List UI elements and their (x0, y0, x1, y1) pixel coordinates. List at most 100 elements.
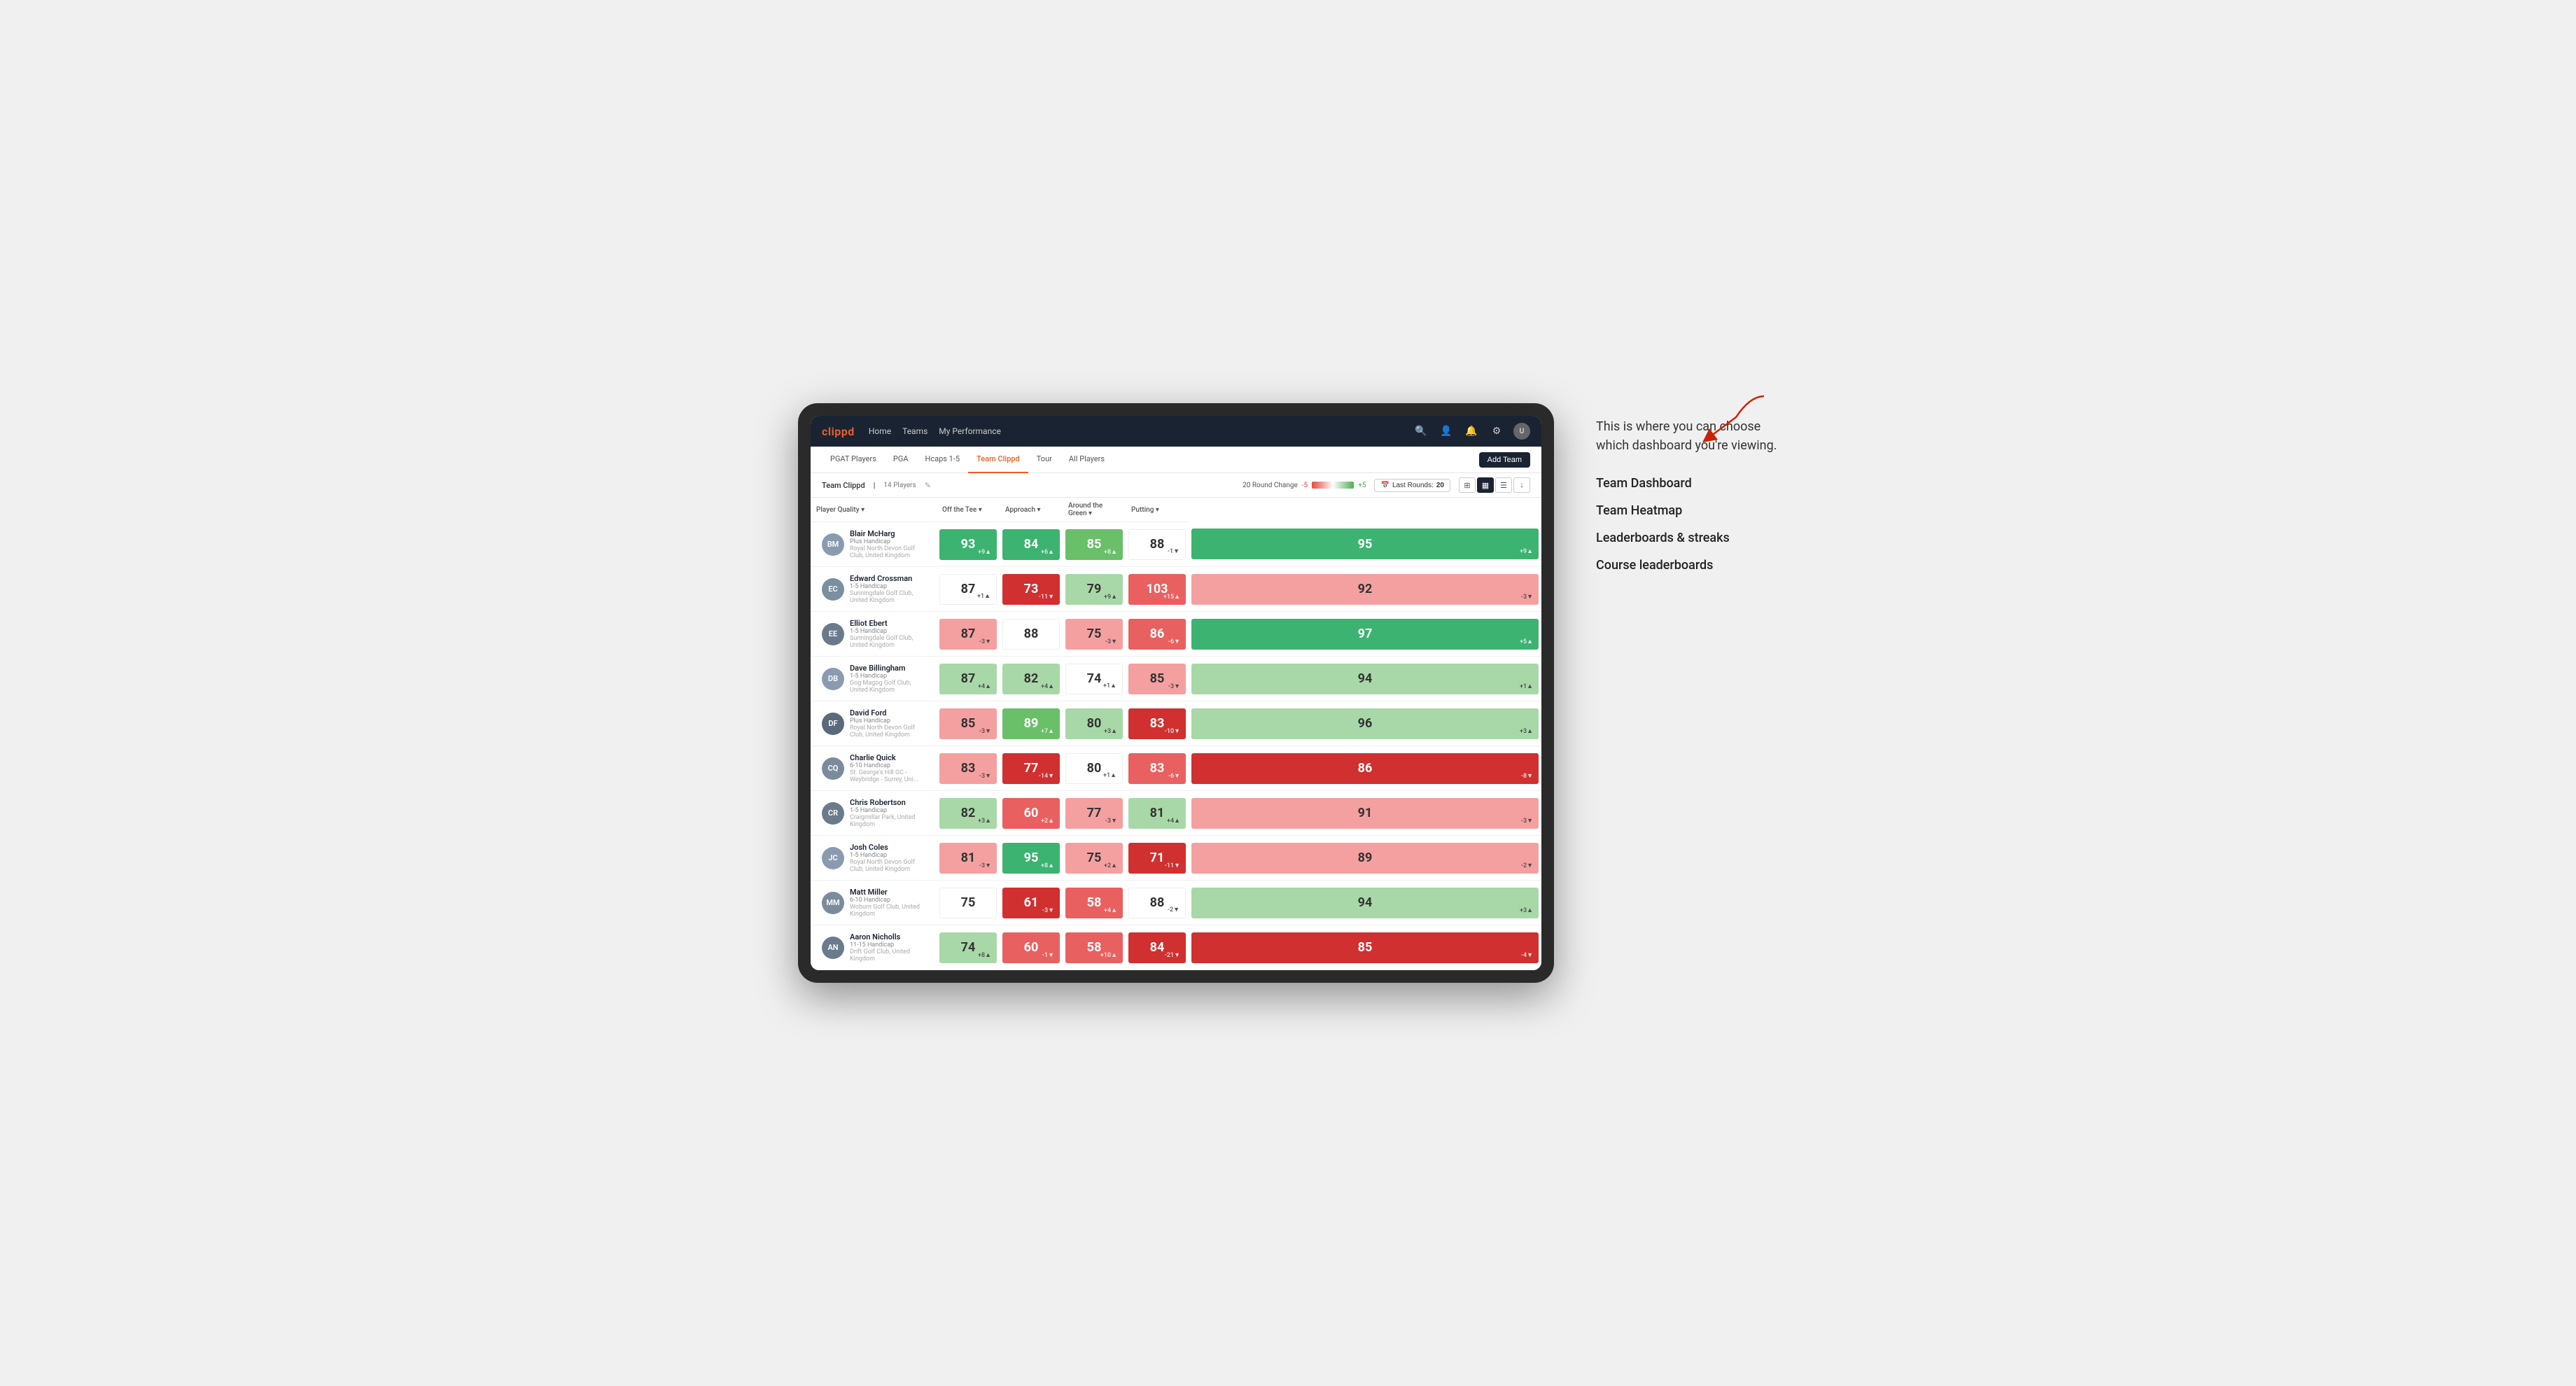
col-header-approach[interactable]: Approach ▾ (1000, 498, 1063, 522)
tab-team-clippd[interactable]: Team Clippd (968, 447, 1028, 473)
score-cell-6-4[interactable]: 91-3▼ (1189, 791, 1541, 836)
score-change: -2▼ (1521, 862, 1533, 869)
score-cell-8-4[interactable]: 94+3▲ (1189, 881, 1541, 925)
avatar[interactable]: U (1513, 423, 1530, 440)
score-cell-6-3[interactable]: 81+4▲ (1126, 791, 1189, 836)
score-change: +8▲ (1041, 862, 1054, 869)
player-cell-2[interactable]: EEElliot Ebert1-5 HandicapSunningdale Go… (811, 612, 937, 657)
view-export-button[interactable]: ↓ (1513, 477, 1530, 493)
player-avatar: CR (822, 802, 844, 825)
round-change-section: 20 Round Change -5 +5 (1242, 482, 1366, 489)
score-cell-2-3[interactable]: 86-6▼ (1126, 612, 1189, 657)
score-cell-4-2[interactable]: 80+3▲ (1063, 701, 1126, 746)
score-cell-6-2[interactable]: 77-3▼ (1063, 791, 1126, 836)
score-cell-0-1[interactable]: 84+6▲ (1000, 522, 1063, 567)
tab-pgat-players[interactable]: PGAT Players (822, 447, 885, 473)
score-cell-7-2[interactable]: 75+2▲ (1063, 836, 1126, 881)
settings-icon[interactable]: ⚙ (1488, 423, 1505, 440)
player-name: Josh Coles (850, 843, 925, 852)
col-header-off-tee[interactable]: Off the Tee ▾ (937, 498, 1000, 522)
score-cell-0-3[interactable]: 88-1▼ (1126, 522, 1189, 567)
player-cell-0[interactable]: BMBlair McHargPlus HandicapRoyal North D… (811, 522, 937, 567)
view-heatmap-button[interactable]: ▦ (1477, 477, 1494, 493)
score-value: 85 (1358, 940, 1373, 955)
score-cell-3-1[interactable]: 82+4▲ (1000, 657, 1063, 701)
tab-pga[interactable]: PGA (885, 447, 917, 473)
score-cell-9-0[interactable]: 74+8▲ (937, 925, 1000, 970)
score-cell-9-2[interactable]: 58+10▲ (1063, 925, 1126, 970)
score-cell-2-1[interactable]: 88 (1000, 612, 1063, 657)
player-cell-8[interactable]: MMMatt Miller6-10 HandicapWoburn Golf Cl… (811, 881, 937, 925)
search-icon[interactable]: 🔍 (1413, 423, 1429, 440)
view-list-button[interactable]: ☰ (1495, 477, 1512, 493)
score-cell-2-2[interactable]: 75-3▼ (1063, 612, 1126, 657)
score-cell-4-0[interactable]: 85-3▼ (937, 701, 1000, 746)
score-cell-7-3[interactable]: 71-11▼ (1126, 836, 1189, 881)
score-cell-6-0[interactable]: 82+3▲ (937, 791, 1000, 836)
score-change: +9▲ (1104, 593, 1117, 601)
player-cell-5[interactable]: CQCharlie Quick6-10 HandicapSt. George's… (811, 746, 937, 791)
score-cell-8-3[interactable]: 88-2▼ (1126, 881, 1189, 925)
nav-home[interactable]: Home (869, 424, 891, 439)
score-cell-7-1[interactable]: 95+8▲ (1000, 836, 1063, 881)
score-change: +15▲ (1163, 593, 1180, 601)
edit-icon[interactable]: ✎ (925, 481, 931, 490)
col-header-around-green[interactable]: Around the Green ▾ (1063, 498, 1126, 522)
col-header-putting[interactable]: Putting ▾ (1126, 498, 1189, 522)
player-cell-3[interactable]: DBDave Billingham1-5 HandicapGog Magog G… (811, 657, 937, 701)
bell-icon[interactable]: 🔔 (1463, 423, 1480, 440)
score-cell-7-4[interactable]: 89-2▼ (1189, 836, 1541, 881)
score-cell-2-0[interactable]: 87-3▼ (937, 612, 1000, 657)
score-change: -3▼ (1105, 817, 1117, 825)
player-cell-6[interactable]: CRChris Robertson1-5 HandicapCraigmillar… (811, 791, 937, 836)
player-cell-4[interactable]: DFDavid FordPlus HandicapRoyal North Dev… (811, 701, 937, 746)
score-cell-1-3[interactable]: 103+15▲ (1126, 567, 1189, 612)
score-cell-0-2[interactable]: 85+8▲ (1063, 522, 1126, 567)
score-cell-9-3[interactable]: 84-21▼ (1126, 925, 1189, 970)
score-cell-5-4[interactable]: 86-8▼ (1189, 746, 1541, 791)
score-cell-5-1[interactable]: 77-14▼ (1000, 746, 1063, 791)
score-cell-1-1[interactable]: 73-11▼ (1000, 567, 1063, 612)
score-value: 77 (1024, 761, 1039, 776)
score-cell-8-2[interactable]: 58+4▲ (1063, 881, 1126, 925)
score-cell-0-0[interactable]: 93+9▲ (937, 522, 1000, 567)
score-cell-9-4[interactable]: 85-4▼ (1189, 925, 1541, 970)
score-cell-6-1[interactable]: 60+2▲ (1000, 791, 1063, 836)
score-change: -6▼ (1168, 772, 1180, 780)
score-cell-1-0[interactable]: 87+1▲ (937, 567, 1000, 612)
score-cell-1-2[interactable]: 79+9▲ (1063, 567, 1126, 612)
col-header-player[interactable]: Player Quality ▾ (811, 498, 937, 522)
score-cell-4-1[interactable]: 89+7▲ (1000, 701, 1063, 746)
score-cell-1-4[interactable]: 92-3▼ (1189, 567, 1541, 612)
score-cell-4-3[interactable]: 83-10▼ (1126, 701, 1189, 746)
score-cell-2-4[interactable]: 97+5▲ (1189, 612, 1541, 657)
view-toggles: ⊞ ▦ ☰ ↓ (1459, 477, 1530, 493)
nav-my-performance[interactable]: My Performance (939, 424, 1001, 439)
nav-teams[interactable]: Teams (902, 424, 927, 439)
score-cell-4-4[interactable]: 96+3▲ (1189, 701, 1541, 746)
score-cell-8-0[interactable]: 75 (937, 881, 1000, 925)
score-cell-5-0[interactable]: 83-3▼ (937, 746, 1000, 791)
score-cell-0-4[interactable]: 95+9▲ (1189, 522, 1541, 567)
player-cell-1[interactable]: ECEdward Crossman1-5 HandicapSunningdale… (811, 567, 937, 612)
score-cell-8-1[interactable]: 61-3▼ (1000, 881, 1063, 925)
score-cell-7-0[interactable]: 81-3▼ (937, 836, 1000, 881)
score-cell-5-3[interactable]: 83-6▼ (1126, 746, 1189, 791)
tab-all-players[interactable]: All Players (1060, 447, 1113, 473)
player-cell-9[interactable]: ANAaron Nicholls11-15 HandicapDrift Golf… (811, 925, 937, 970)
score-cell-3-0[interactable]: 87+4▲ (937, 657, 1000, 701)
user-icon[interactable]: 👤 (1438, 423, 1455, 440)
score-value: 73 (1024, 582, 1039, 596)
tab-hcaps[interactable]: Hcaps 1-5 (917, 447, 969, 473)
score-cell-3-3[interactable]: 85-3▼ (1126, 657, 1189, 701)
score-cell-3-2[interactable]: 74+1▲ (1063, 657, 1126, 701)
view-grid-button[interactable]: ⊞ (1459, 477, 1476, 493)
add-team-button[interactable]: Add Team (1479, 452, 1530, 468)
score-cell-9-1[interactable]: 60-1▼ (1000, 925, 1063, 970)
score-cell-5-2[interactable]: 80+1▲ (1063, 746, 1126, 791)
team-name: Team Clippd (822, 481, 865, 490)
score-cell-3-4[interactable]: 94+1▲ (1189, 657, 1541, 701)
player-cell-7[interactable]: JCJosh Coles1-5 HandicapRoyal North Devo… (811, 836, 937, 881)
last-rounds-button[interactable]: 📅 Last Rounds: 20 (1374, 479, 1450, 492)
tab-tour[interactable]: Tour (1028, 447, 1060, 473)
